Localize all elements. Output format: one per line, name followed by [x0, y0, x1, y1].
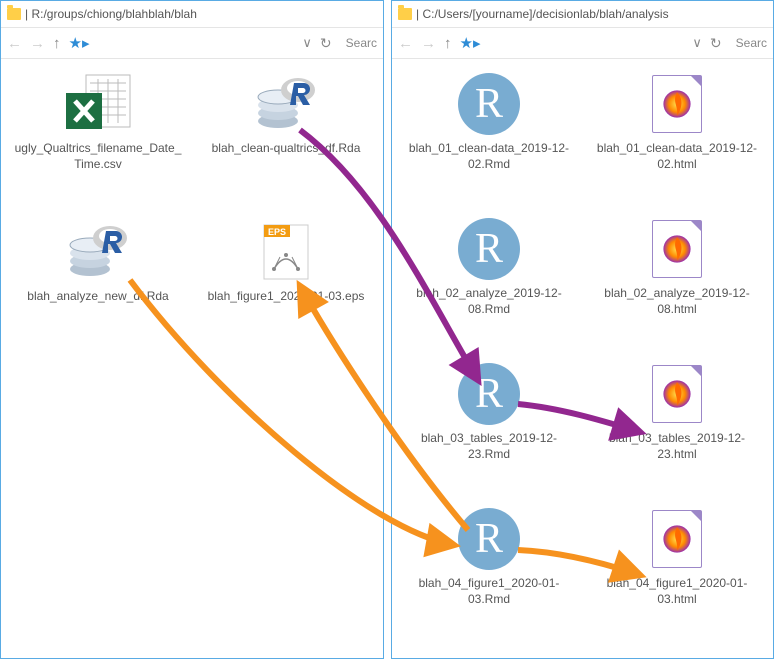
dropdown-icon[interactable]: ∨ [692, 35, 702, 51]
file-item-html-2[interactable]: blah_02_analyze_2019-12-08.html [592, 216, 762, 317]
html-icon [652, 510, 702, 568]
titlebar: | C:/Users/[yourname]/decisionlab/blah/a… [392, 1, 773, 28]
file-item-html-1[interactable]: blah_01_clean-data_2019-12-02.html [592, 71, 762, 172]
file-label: blah_clean-qualtrics_df.Rda [201, 141, 371, 157]
folder-icon [398, 8, 412, 20]
dropdown-icon[interactable]: ∨ [302, 35, 312, 51]
csv-icon [60, 73, 136, 135]
back-arrow-icon[interactable]: ← [398, 35, 413, 52]
r-icon: R [458, 218, 520, 280]
file-item-rmd-1[interactable]: R blah_01_clean-data_2019-12-02.Rmd [404, 71, 574, 172]
refresh-icon[interactable]: ↻ [710, 35, 722, 52]
file-label: blah_figure1_2020-01-03.eps [201, 289, 371, 305]
file-item-rda-2[interactable]: blah_analyze_new_df.Rda [13, 219, 183, 305]
toolbar: ← → ↑ ★▸ ∨ ↻ Searc [392, 28, 773, 59]
file-item-rmd-2[interactable]: R blah_02_analyze_2019-12-08.Rmd [404, 216, 574, 317]
file-area: R blah_01_clean-data_2019-12-02.Rmd blah… [392, 59, 773, 83]
file-item-csv[interactable]: ugly_Qualtrics_filename_Date_Time.csv [13, 71, 183, 172]
html-icon [652, 75, 702, 133]
file-item-rda-1[interactable]: blah_clean-qualtrics_df.Rda [201, 71, 371, 157]
toolbar: ← → ↑ ★▸ ∨ ↻ Searc [1, 28, 383, 59]
file-label: blah_03_tables_2019-12-23.html [592, 431, 762, 462]
eps-icon: EPS [260, 221, 312, 283]
rda-icon [256, 73, 316, 135]
forward-arrow-icon[interactable]: → [30, 35, 45, 52]
file-label: blah_04_figure1_2020-01-03.Rmd [404, 576, 574, 607]
back-arrow-icon[interactable]: ← [7, 35, 22, 52]
folder-icon [7, 8, 21, 20]
explorer-window-right: | C:/Users/[yourname]/decisionlab/blah/a… [391, 0, 774, 659]
file-label: blah_analyze_new_df.Rda [13, 289, 183, 305]
file-item-rmd-4[interactable]: R blah_04_figure1_2020-01-03.Rmd [404, 506, 574, 607]
file-item-rmd-3[interactable]: R blah_03_tables_2019-12-23.Rmd [404, 361, 574, 462]
r-icon: R [458, 508, 520, 570]
html-icon [652, 220, 702, 278]
r-icon: R [458, 73, 520, 135]
refresh-icon[interactable]: ↻ [320, 35, 332, 52]
file-area: ugly_Qualtrics_filename_Date_Time.csv [1, 59, 383, 83]
forward-arrow-icon[interactable]: → [421, 35, 436, 52]
file-item-html-4[interactable]: blah_04_figure1_2020-01-03.html [592, 506, 762, 607]
html-icon [652, 365, 702, 423]
file-label: blah_01_clean-data_2019-12-02.Rmd [404, 141, 574, 172]
window-title: R:/groups/chiong/blahblah/blah [31, 7, 196, 21]
favorite-star-icon[interactable]: ★▸ [460, 34, 481, 52]
search-label[interactable]: Searc [346, 36, 377, 50]
up-arrow-icon[interactable]: ↑ [444, 35, 452, 52]
search-label[interactable]: Searc [736, 36, 767, 50]
explorer-window-left: | R:/groups/chiong/blahblah/blah ← → ↑ ★… [0, 0, 384, 659]
r-icon: R [458, 363, 520, 425]
file-label: blah_02_analyze_2019-12-08.Rmd [404, 286, 574, 317]
file-item-html-3[interactable]: blah_03_tables_2019-12-23.html [592, 361, 762, 462]
file-label: blah_03_tables_2019-12-23.Rmd [404, 431, 574, 462]
file-label: ugly_Qualtrics_filename_Date_Time.csv [13, 141, 183, 172]
file-label: blah_02_analyze_2019-12-08.html [592, 286, 762, 317]
svg-text:EPS: EPS [268, 227, 286, 237]
rda-icon [68, 221, 128, 283]
titlebar: | R:/groups/chiong/blahblah/blah [1, 1, 383, 28]
window-title: C:/Users/[yourname]/decisionlab/blah/ana… [422, 7, 668, 21]
file-item-eps[interactable]: EPS blah_figure1_2020-01-03.eps [201, 219, 371, 305]
file-label: blah_01_clean-data_2019-12-02.html [592, 141, 762, 172]
up-arrow-icon[interactable]: ↑ [53, 35, 61, 52]
file-label: blah_04_figure1_2020-01-03.html [592, 576, 762, 607]
favorite-star-icon[interactable]: ★▸ [69, 34, 90, 52]
